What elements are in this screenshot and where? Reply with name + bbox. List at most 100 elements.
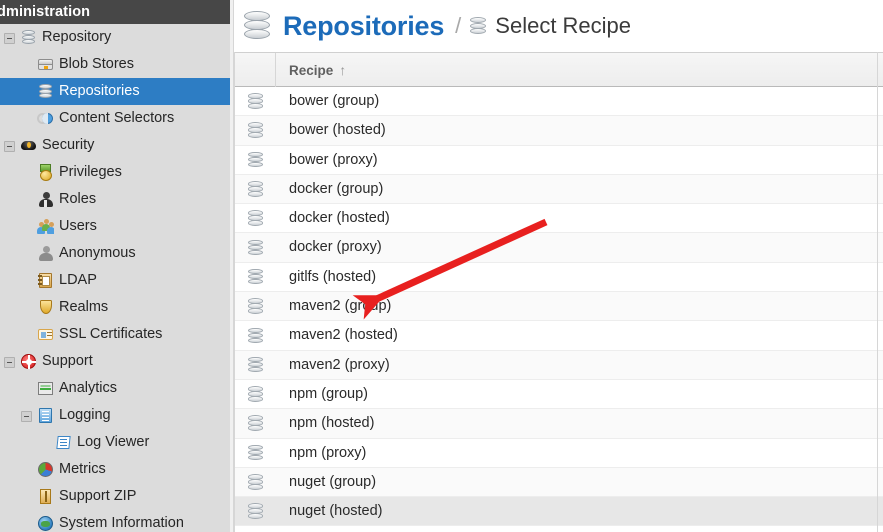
sidebar-item-label: Blob Stores xyxy=(59,56,134,72)
grid-header-row: Recipe ↑ xyxy=(235,52,883,87)
database-icon xyxy=(235,233,276,261)
sidebar-item-label: Log Viewer xyxy=(77,434,150,450)
sidebar-item-label: Realms xyxy=(59,299,109,315)
sidebar-item-privileges[interactable]: Privileges xyxy=(0,159,230,186)
sidebar-item-system-information[interactable]: System Information xyxy=(0,510,230,532)
page-title[interactable]: Repositories xyxy=(283,11,444,42)
recipe-grid: Recipe ↑ bower (group) bower (hosted) bower… xyxy=(234,52,883,532)
database-icon xyxy=(235,409,276,437)
tree-collapse-toggle[interactable] xyxy=(4,141,15,152)
zip-file-icon xyxy=(37,488,54,505)
ldap-book-icon xyxy=(37,272,54,289)
table-row[interactable]: nuget (hosted) xyxy=(235,497,883,527)
table-row[interactable]: maven2 (hosted) xyxy=(235,321,883,351)
logging-book-icon xyxy=(37,407,54,424)
table-row[interactable]: gitlfs (hosted) xyxy=(235,262,883,293)
sidebar-item-support[interactable]: Support xyxy=(0,348,230,375)
sidebar-item-label: Logging xyxy=(59,407,111,423)
recipe-name: nuget (hosted) xyxy=(289,503,383,520)
database-icon xyxy=(235,146,276,174)
life-ring-icon xyxy=(20,353,37,370)
database-icon xyxy=(235,263,276,291)
sidebar-item-label: Users xyxy=(59,218,97,234)
sidebar-item-ssl-certificates[interactable]: SSL Certificates xyxy=(0,321,230,348)
database-icon xyxy=(235,116,276,144)
grid-column-recipe-label: Recipe xyxy=(289,63,334,78)
recipe-name: docker (hosted) xyxy=(289,210,390,227)
sidebar-item-label: Support xyxy=(42,353,93,369)
sidebar-item-realms[interactable]: Realms xyxy=(0,294,230,321)
grid-column-recipe[interactable]: Recipe ↑ xyxy=(277,53,879,87)
database-icon xyxy=(470,17,487,35)
sidebar-item-label: Repository xyxy=(42,29,112,45)
analytics-icon xyxy=(37,380,54,397)
sidebar-item-ldap[interactable]: LDAP xyxy=(0,267,230,294)
sidebar-item-support-zip[interactable]: Support ZIP xyxy=(0,483,230,510)
sidebar-item-content-selectors[interactable]: Content Selectors xyxy=(0,105,230,132)
recipe-name: maven2 (group) xyxy=(289,298,392,315)
main-content: Repositories / Select Recipe Recipe ↑ bow… xyxy=(230,0,883,532)
recipe-name: npm (hosted) xyxy=(289,415,375,432)
sidebar-item-analytics[interactable]: Analytics xyxy=(0,375,230,402)
sidebar-item-blob-stores[interactable]: Blob Stores xyxy=(0,51,230,78)
log-viewer-icon xyxy=(55,434,72,451)
table-row[interactable]: bower (group) xyxy=(235,87,883,117)
sidebar-item-anonymous[interactable]: Anonymous xyxy=(0,240,230,267)
database-icon xyxy=(37,83,54,100)
recipe-name: maven2 (hosted) xyxy=(289,327,398,344)
sidebar-item-repository[interactable]: Repository xyxy=(0,24,230,51)
sidebar-item-label: Support ZIP xyxy=(59,488,137,504)
role-person-icon xyxy=(37,191,54,208)
sidebar-item-users[interactable]: Users xyxy=(0,213,230,240)
table-row[interactable]: npm (group) xyxy=(235,379,883,410)
sort-ascending-icon: ↑ xyxy=(339,62,347,78)
tree-collapse-toggle[interactable] xyxy=(4,33,15,44)
database-icon xyxy=(235,292,276,320)
table-row[interactable]: docker (group) xyxy=(235,174,883,205)
table-row[interactable]: nuget (group) xyxy=(235,467,883,498)
grid-body: bower (group) bower (hosted) bower (proxy)… xyxy=(235,87,883,527)
sidebar-item-label: Anonymous xyxy=(59,245,136,261)
users-icon xyxy=(37,218,54,235)
recipe-name: bower (hosted) xyxy=(289,122,386,139)
sidebar-item-label: SSL Certificates xyxy=(59,326,163,342)
sidebar-item-label: Security xyxy=(42,137,95,153)
sidebar-title: dministration xyxy=(0,0,230,24)
database-icon xyxy=(235,468,276,496)
recipe-name: maven2 (proxy) xyxy=(289,356,390,373)
page-header: Repositories / Select Recipe xyxy=(234,0,883,52)
recipe-name: docker (group) xyxy=(289,180,384,197)
table-row[interactable]: maven2 (group) xyxy=(235,292,883,322)
database-icon xyxy=(235,380,276,408)
database-icon xyxy=(235,497,276,525)
grid-column-icon xyxy=(235,53,276,87)
sidebar-item-log-viewer[interactable]: Log Viewer xyxy=(0,429,230,456)
database-icon xyxy=(20,29,37,46)
table-row[interactable]: bower (proxy) xyxy=(235,145,883,175)
database-icon xyxy=(235,87,276,115)
tree-collapse-toggle[interactable] xyxy=(4,357,15,368)
shield-icon xyxy=(37,299,54,316)
sidebar-item-repositories[interactable]: Repositories xyxy=(0,78,230,105)
recipe-name: bower (proxy) xyxy=(289,151,378,168)
sidebar-item-security[interactable]: Security xyxy=(0,132,230,159)
table-row[interactable]: bower (hosted) xyxy=(235,116,883,146)
sidebar-item-metrics[interactable]: Metrics xyxy=(0,456,230,483)
breadcrumb-separator: / xyxy=(455,13,462,38)
sidebar-item-logging[interactable]: Logging xyxy=(0,402,230,429)
recipe-name: nuget (group) xyxy=(289,473,377,490)
table-row[interactable]: docker (hosted) xyxy=(235,204,883,234)
table-row[interactable]: npm (proxy) xyxy=(235,438,883,468)
sidebar-item-label: Privileges xyxy=(59,164,122,180)
table-row[interactable]: docker (proxy) xyxy=(235,233,883,263)
sidebar-item-roles[interactable]: Roles xyxy=(0,186,230,213)
sidebar-item-label: LDAP xyxy=(59,272,97,288)
sidebar-item-label: System Information xyxy=(59,515,184,531)
tree-collapse-toggle[interactable] xyxy=(21,411,32,422)
database-icon xyxy=(235,439,276,467)
table-row[interactable]: maven2 (proxy) xyxy=(235,350,883,380)
breadcrumb-current: Select Recipe xyxy=(495,13,632,38)
recipe-name: npm (proxy) xyxy=(289,444,367,461)
table-row[interactable]: npm (hosted) xyxy=(235,409,883,439)
recipe-name: gitlfs (hosted) xyxy=(289,268,377,285)
